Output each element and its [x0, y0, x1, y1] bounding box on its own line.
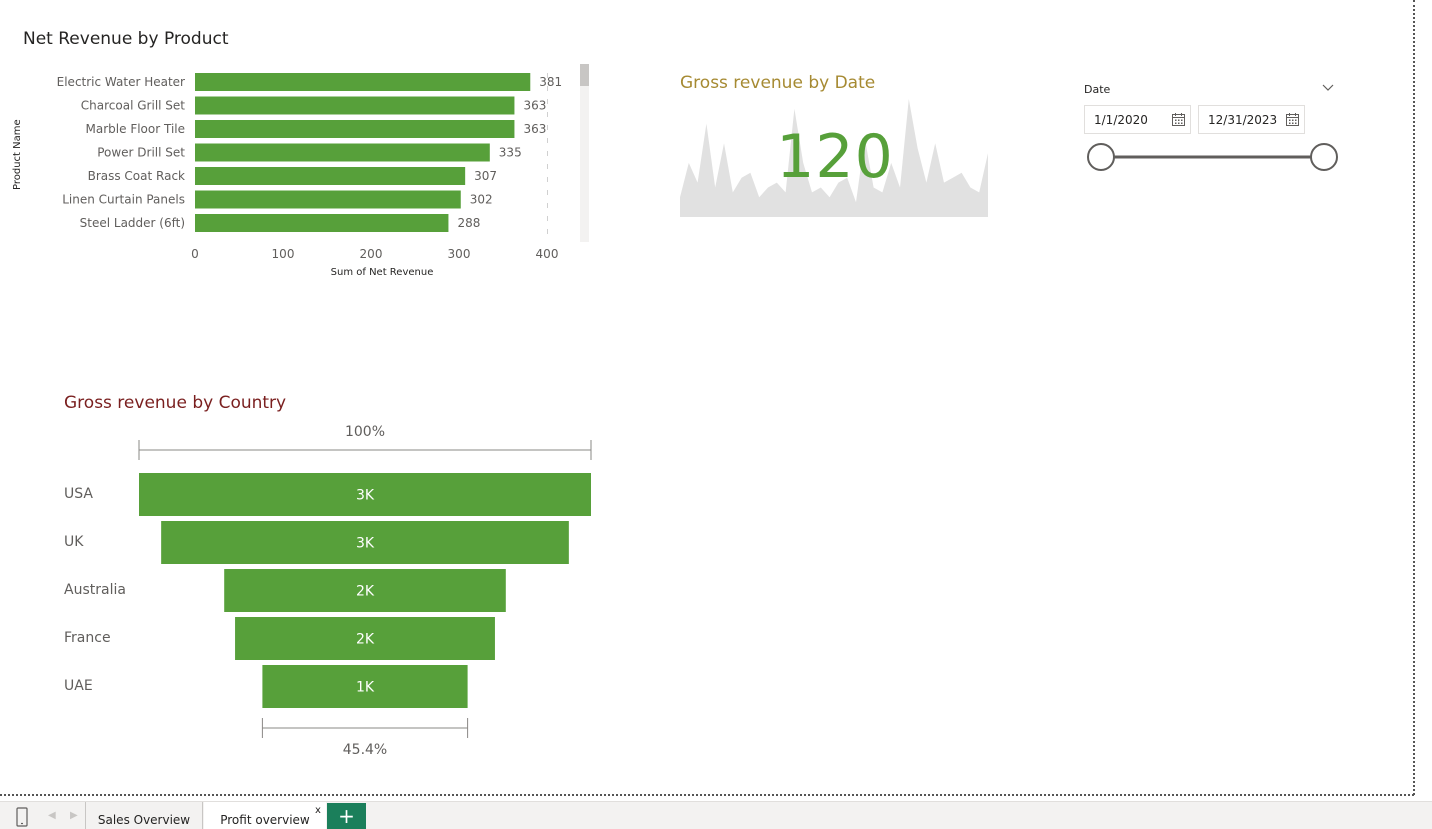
funnel-category-label: Australia [64, 581, 126, 598]
page-boundary [0, 794, 1414, 796]
funnel-category-label: France [64, 629, 111, 646]
bar[interactable] [195, 214, 449, 232]
bar-chart-gridline [547, 125, 548, 130]
funnel-category-label: UAE [64, 677, 93, 694]
bar-chart[interactable]: Electric Water Heater 381 Charcoal Grill S… [0, 60, 580, 260]
bar-chart-gridline [547, 190, 548, 195]
kpi-value: 120 [776, 122, 894, 192]
x-tick-label: 400 [536, 247, 559, 260]
funnel-data-label: 1K [356, 680, 375, 696]
bar-data-label: 381 [539, 75, 562, 89]
funnel-bottom-label: 45.4% [343, 742, 387, 758]
bar-category-label: Electric Water Heater [57, 75, 185, 89]
report-canvas: Net Revenue by Product Product Name Elec… [0, 0, 1432, 829]
funnel-category-label: USA [64, 485, 93, 502]
bar-chart-gridline [547, 99, 548, 104]
date-end-input[interactable]: 12/31/2023 [1198, 105, 1305, 134]
bar-chart-gridline [547, 216, 548, 221]
x-tick-label: 300 [448, 247, 471, 260]
x-tick-label: 200 [360, 247, 383, 260]
bar[interactable] [195, 96, 515, 115]
funnel-data-label: 3K [356, 488, 375, 504]
bar-chart-gridline [547, 203, 548, 208]
tab-profit-overview[interactable]: Profit overview [204, 802, 326, 829]
bar-chart-gridline [547, 151, 548, 156]
bar-chart-title: Net Revenue by Product [23, 29, 229, 49]
x-tick-label: 100 [272, 247, 295, 260]
bar-chart-gridline [547, 138, 548, 143]
kpi-title: Gross revenue by Date [680, 73, 876, 93]
bar[interactable] [195, 73, 531, 91]
bar-chart-x-axis-label: Sum of Net Revenue [330, 267, 434, 278]
bar-data-label: 307 [474, 169, 497, 183]
calendar-icon[interactable] [1286, 113, 1299, 126]
mobile-layout-icon[interactable] [14, 807, 30, 827]
bar-category-label: Steel Ladder (6ft) [80, 216, 185, 230]
previous-page-icon[interactable]: ◀ [48, 810, 56, 821]
bar-data-label: 288 [457, 216, 480, 230]
bar[interactable] [195, 190, 461, 209]
bar-category-label: Power Drill Set [97, 146, 185, 160]
funnel-top-label: 100% [345, 424, 385, 440]
bar[interactable] [195, 120, 515, 138]
bar-chart-gridline [547, 177, 548, 182]
bar-chart-scroll-thumb[interactable] [580, 64, 589, 86]
bar-chart-gridline [547, 112, 548, 117]
date-end-value: 12/31/2023 [1208, 113, 1278, 127]
date-start-value: 1/1/2020 [1094, 113, 1148, 127]
x-tick-label: 0 [191, 247, 199, 260]
bar-category-label: Marble Floor Tile [86, 122, 185, 136]
bar[interactable] [195, 143, 490, 162]
add-page-button[interactable]: + [327, 803, 366, 829]
date-start-input[interactable]: 1/1/2020 [1084, 105, 1191, 134]
funnel-chart-title: Gross revenue by Country [64, 393, 287, 413]
close-tab-icon[interactable]: x [315, 805, 321, 816]
bar-category-label: Charcoal Grill Set [81, 99, 185, 113]
page-tab-bar: ◀ ▶ Sales Overview Profit overview x + [0, 801, 1432, 829]
bar-data-label: 302 [470, 193, 493, 207]
slider-start-handle[interactable] [1087, 143, 1115, 171]
bar-chart-scrollbar[interactable] [580, 64, 589, 242]
bar-data-label: 363 [523, 99, 546, 113]
bar-data-label: 363 [523, 122, 546, 136]
bar-chart-gridline [547, 164, 548, 169]
chevron-down-icon[interactable] [1321, 80, 1335, 94]
funnel-category-label: UK [64, 533, 84, 550]
funnel-data-label: 3K [356, 536, 375, 552]
bar-chart-gridline [547, 229, 548, 234]
bar-category-label: Linen Curtain Panels [62, 193, 185, 207]
funnel-data-label: 2K [356, 584, 375, 600]
bar[interactable] [195, 167, 466, 185]
page-boundary [1413, 0, 1415, 795]
slider-end-handle[interactable] [1310, 143, 1338, 171]
next-page-icon[interactable]: ▶ [70, 810, 78, 821]
date-slicer-label: Date [1084, 83, 1111, 96]
calendar-icon[interactable] [1172, 113, 1185, 126]
bar-data-label: 335 [499, 146, 522, 160]
tab-sales-overview[interactable]: Sales Overview [85, 802, 203, 829]
bar-category-label: Brass Coat Rack [88, 169, 185, 183]
funnel-data-label: 2K [356, 632, 375, 648]
date-range-slider[interactable] [1082, 140, 1344, 176]
